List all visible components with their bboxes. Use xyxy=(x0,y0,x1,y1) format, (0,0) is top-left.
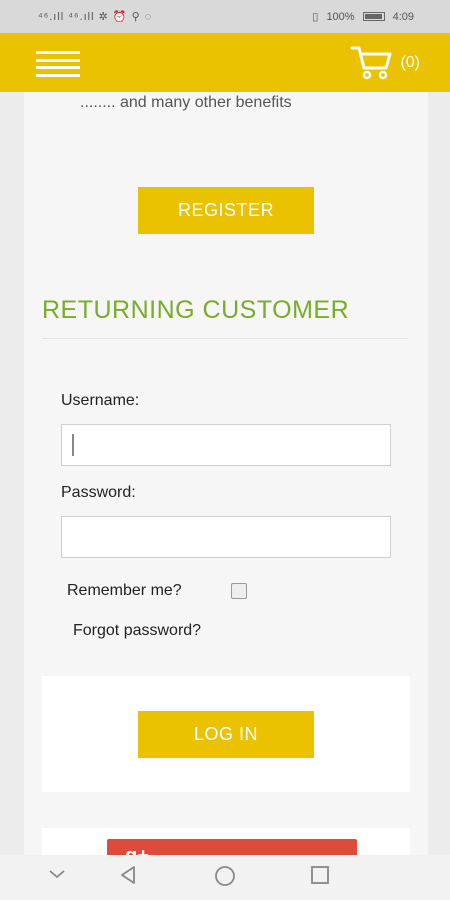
remember-me-checkbox[interactable] xyxy=(231,583,247,599)
chevron-down-icon[interactable] xyxy=(46,863,68,885)
google-plus-login-button[interactable]: g+ xyxy=(107,839,357,855)
google-plus-icon: g+ xyxy=(125,845,149,855)
password-label: Password: xyxy=(61,484,136,501)
status-bar-right: ▯ 100% 4:09 xyxy=(312,10,414,24)
hamburger-icon[interactable] xyxy=(36,51,80,77)
forgot-password-link[interactable]: Forgot password? xyxy=(73,622,201,640)
app-bar: (0) xyxy=(0,33,450,92)
vibrate-icon: ▯ xyxy=(312,11,319,23)
back-icon[interactable] xyxy=(116,863,140,887)
log-in-button[interactable]: LOG IN xyxy=(138,711,314,758)
battery-percent: 100% xyxy=(326,10,355,23)
section-divider xyxy=(42,338,408,339)
username-label: Username: xyxy=(61,392,140,409)
home-icon[interactable] xyxy=(212,863,238,889)
login-card: LOG IN xyxy=(42,676,410,792)
password-field[interactable] xyxy=(61,516,391,558)
shopping-cart-icon xyxy=(350,46,392,80)
remember-me-label: Remember me? xyxy=(67,582,182,599)
text-cursor xyxy=(72,434,74,456)
recents-icon[interactable] xyxy=(308,863,332,887)
social-login-card: g+ xyxy=(42,828,410,855)
main-content: ........ and many other benefits REGISTE… xyxy=(24,92,428,855)
benefits-text: ........ and many other benefits xyxy=(80,94,292,111)
register-button[interactable]: REGISTER xyxy=(138,187,314,234)
status-bar-signal-icons: ⁴⁶.ıll ⁴⁶.ıll ✲ ⏰ ⚲ ◌ xyxy=(38,11,153,23)
status-bar: ⁴⁶.ıll ⁴⁶.ıll ✲ ⏰ ⚲ ◌ ▯ 100% 4:09 xyxy=(0,0,450,33)
cart-count: (0) xyxy=(400,54,420,71)
returning-customer-title: RETURNING CUSTOMER xyxy=(42,296,350,324)
username-field[interactable] xyxy=(61,424,391,466)
system-nav-bar xyxy=(0,855,450,900)
clock: 4:09 xyxy=(392,10,414,23)
battery-icon xyxy=(362,12,385,21)
cart-button[interactable]: (0) xyxy=(350,45,420,81)
